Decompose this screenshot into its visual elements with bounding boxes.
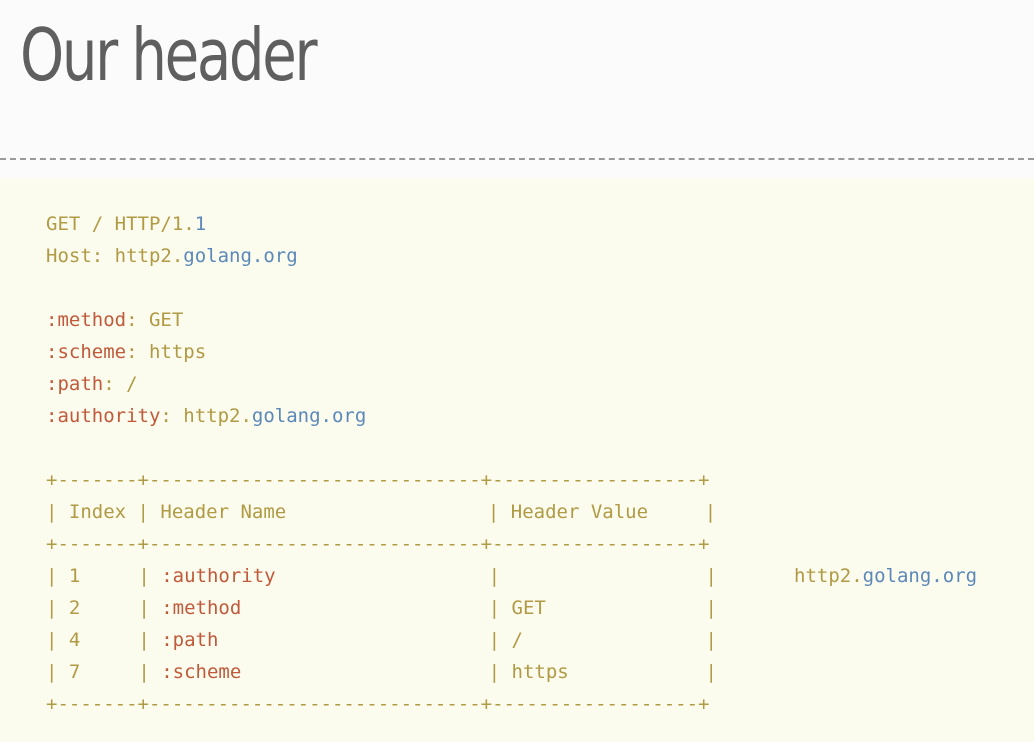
code-block: GET / HTTP/1.1 Host: http2.golang.org :m…	[0, 178, 1034, 742]
table-header-row: | Index | Header Name | Header Value |	[46, 496, 716, 528]
row-header-value: GET	[511, 597, 546, 619]
column-header-value: Header Value	[510, 501, 649, 523]
title-divider	[0, 158, 1034, 160]
pseudo-header-value: GET	[148, 309, 184, 331]
column-header-index: Index	[68, 501, 127, 523]
request-line: GET / HTTP/1.1	[46, 208, 206, 240]
host-key: Host:	[46, 245, 104, 267]
host-line: Host: http2.golang.org	[46, 240, 298, 272]
table-border-bottom: +-------+-----------------------------+-…	[46, 693, 710, 715]
pseudo-header-key: :scheme	[46, 341, 127, 363]
row-header-value: https	[511, 661, 569, 683]
host-value-domain: golang.org	[183, 245, 298, 267]
row-index: 7	[68, 661, 81, 683]
row-index: 1	[68, 565, 81, 587]
pseudo-header-key: :method	[46, 309, 127, 331]
request-version: 1	[194, 213, 207, 235]
row-header-value: /	[511, 629, 523, 651]
row-header-name: :method	[161, 597, 242, 619]
table-row: | 4 | :path | / |	[46, 624, 717, 656]
pseudo-header-value: /	[126, 373, 138, 395]
row-index: 4	[68, 629, 81, 651]
table-row: | 2 | :method | GET |	[46, 592, 717, 624]
row-header-name: :scheme	[161, 661, 242, 683]
host-value-prefix: http2.	[114, 245, 184, 267]
table-row: | 7 | :scheme | https |	[46, 656, 717, 688]
pseudo-header-path: :path: /	[46, 373, 138, 395]
pseudo-header-scheme: :scheme: https	[46, 341, 207, 363]
pseudo-header-authority: :authority: http2.golang.org	[46, 405, 367, 427]
column-header-name: Header Name	[160, 501, 287, 523]
authority-overflow-value: http2.golang.org	[794, 565, 978, 587]
pseudo-header-method: :method: GET	[46, 309, 184, 331]
pseudo-header-key: :authority	[46, 405, 161, 427]
table-border-mid: +-------+-----------------------------+-…	[46, 533, 710, 555]
pseudo-header-value-domain: golang.org	[251, 405, 367, 427]
row-header-name: :authority	[161, 565, 276, 587]
page-title: Our header	[20, 13, 318, 97]
table-border-top: +-------+-----------------------------+-…	[46, 469, 710, 491]
row-index: 2	[68, 597, 81, 619]
pseudo-header-value-prefix: http2.	[183, 405, 252, 427]
request-method: GET / HTTP/1.	[46, 213, 195, 235]
table-row: | 1 | :authority | |	[46, 560, 717, 592]
pseudo-header-key: :path	[46, 373, 104, 395]
row-header-name: :path	[161, 629, 219, 651]
pseudo-header-value: https	[148, 341, 207, 363]
